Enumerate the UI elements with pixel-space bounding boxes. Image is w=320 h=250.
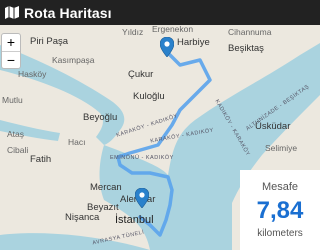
label-kasimpasa: Kasımpaşa (52, 55, 95, 65)
distance-label: Mesafe (261, 181, 299, 193)
label-cihannuma: Cihannuma (228, 27, 272, 37)
label-beyoglu: Beyoğlu (83, 112, 118, 123)
zoom-in-button[interactable]: + (2, 34, 20, 52)
app-title: Rota Haritası (24, 4, 112, 21)
label-cukur: Çukur (128, 69, 154, 80)
ferry-label-eminonu: EMİNÖNÜ - KADIKÖY (110, 155, 174, 161)
label-besiktas: Beşiktaş (228, 43, 264, 54)
distance-value: 7,84 (256, 197, 304, 224)
start-marker-icon[interactable] (160, 37, 174, 57)
zoom-control: + − (1, 33, 21, 69)
label-yildiz: Yıldız (122, 27, 144, 37)
label-haci: Hacı (68, 137, 86, 147)
app-header: Rota Haritası (0, 0, 320, 25)
label-istanbul: İstanbul (115, 214, 154, 226)
map-icon (5, 6, 19, 19)
label-mercan: Mercan (90, 182, 122, 193)
label-harbiye: Harbiye (177, 37, 210, 48)
label-selimiye: Selimiye (265, 143, 298, 153)
label-kulaoglu: Kuloğlu (133, 91, 165, 102)
zoom-out-button[interactable]: − (2, 52, 20, 69)
end-marker-icon[interactable] (135, 188, 149, 208)
label-fatih: Fatih (30, 154, 52, 165)
label-piri-pasa: Piri Paşa (30, 36, 69, 47)
distance-unit: kilometers (257, 228, 303, 239)
distance-panel: Mesafe 7,84 kilometers (240, 170, 320, 250)
label-ergenekon: Ergenekon (152, 25, 194, 34)
label-hasko: Hasköy (18, 69, 47, 79)
label-nisanca: Nişanca (65, 212, 100, 223)
label-mutlu: Mutlu (2, 95, 23, 105)
label-akbiyik: Ataş (7, 129, 25, 139)
label-cibali: Cibali (7, 145, 29, 155)
